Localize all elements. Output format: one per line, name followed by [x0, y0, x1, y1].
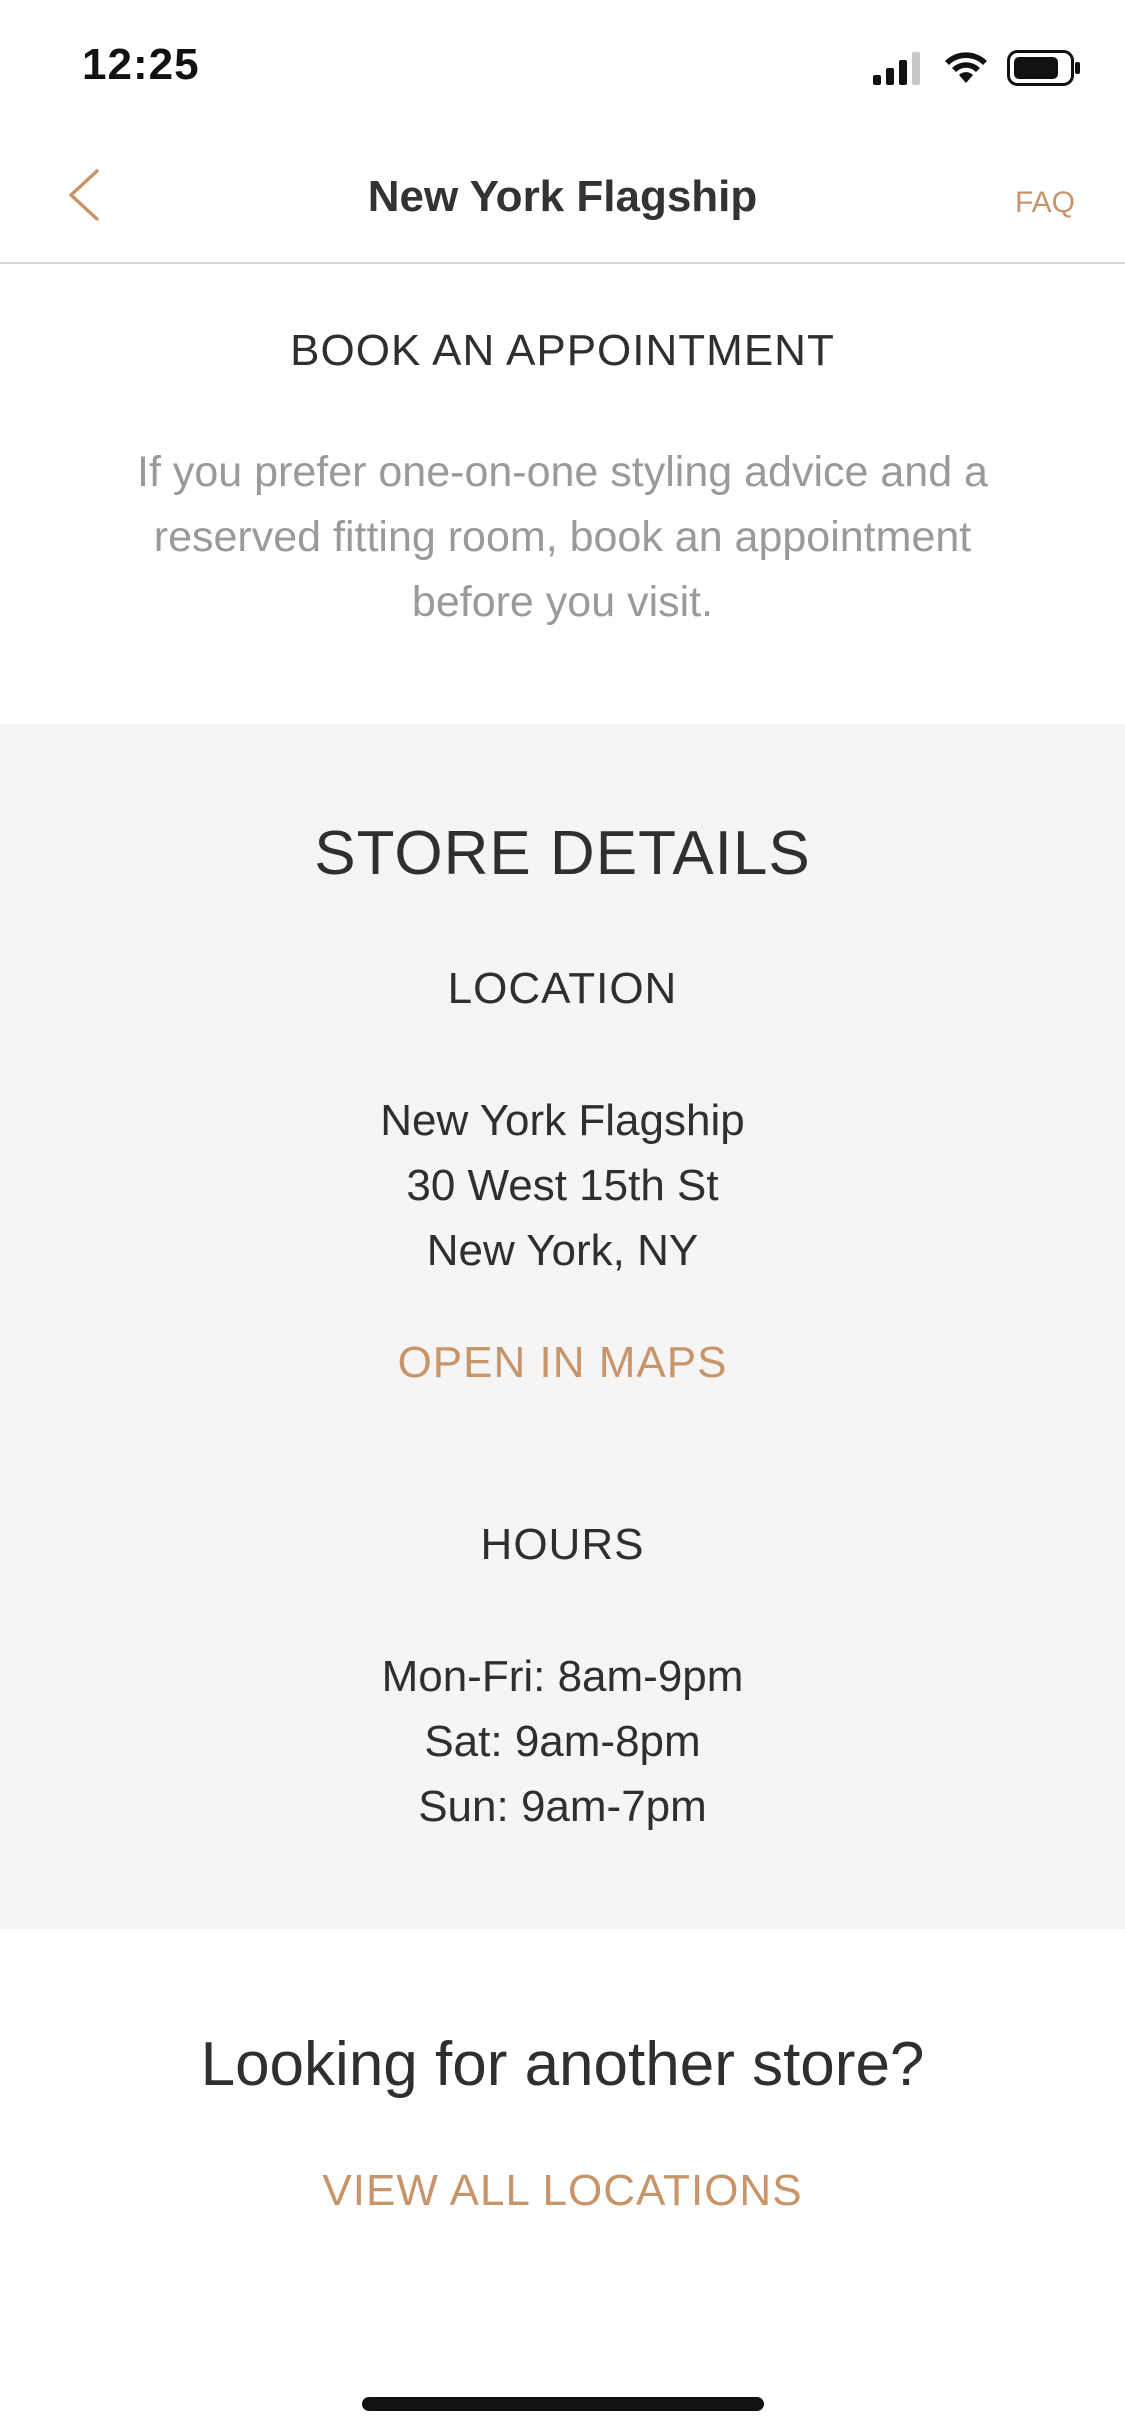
- other-store-heading: Looking for another store?: [200, 2030, 925, 2099]
- view-all-locations-link[interactable]: VIEW ALL LOCATIONS: [0, 2166, 1125, 2216]
- book-appointment-button[interactable]: BOOK AN APPOINTMENT: [0, 326, 1125, 376]
- home-indicator[interactable]: [362, 2397, 764, 2411]
- book-appointment-section: BOOK AN APPOINTMENT If you prefer one-on…: [0, 264, 1125, 724]
- location-heading: LOCATION: [447, 964, 678, 1013]
- store-details-heading: STORE DETAILS: [314, 819, 811, 888]
- hours-block: Mon-Fri: 8am-9pm Sat: 9am-8pm Sun: 9am-7…: [0, 1644, 1125, 1839]
- address-line: 30 West 15th St: [406, 1161, 719, 1210]
- address-line: New York, NY: [426, 1226, 699, 1275]
- hours-line: Sat: 9am-8pm: [424, 1717, 701, 1766]
- status-icons: [873, 50, 1081, 91]
- status-bar: 12:25: [0, 0, 1125, 132]
- wifi-icon: [943, 51, 989, 90]
- navigation-bar: New York Flagship FAQ: [0, 132, 1125, 264]
- address-block: New York Flagship 30 West 15th St New Yo…: [0, 1088, 1125, 1283]
- hours-line: Mon-Fri: 8am-9pm: [381, 1652, 744, 1701]
- other-store-section: Looking for another store? VIEW ALL LOCA…: [0, 1929, 1125, 2436]
- address-line: New York Flagship: [380, 1096, 745, 1145]
- hours-heading: HOURS: [480, 1520, 645, 1569]
- faq-link[interactable]: FAQ: [1015, 186, 1075, 220]
- battery-icon: [1007, 50, 1081, 91]
- cellular-signal-icon: [873, 51, 925, 90]
- store-details-section: STORE DETAILS LOCATION New York Flagship…: [0, 724, 1125, 1929]
- appointment-description: If you prefer one-on-one styling advice …: [137, 448, 988, 626]
- open-in-maps-link[interactable]: OPEN IN MAPS: [0, 1338, 1125, 1388]
- hours-line: Sun: 9am-7pm: [418, 1782, 707, 1831]
- status-time: 12:25: [82, 40, 200, 89]
- page-title: New York Flagship: [367, 172, 758, 221]
